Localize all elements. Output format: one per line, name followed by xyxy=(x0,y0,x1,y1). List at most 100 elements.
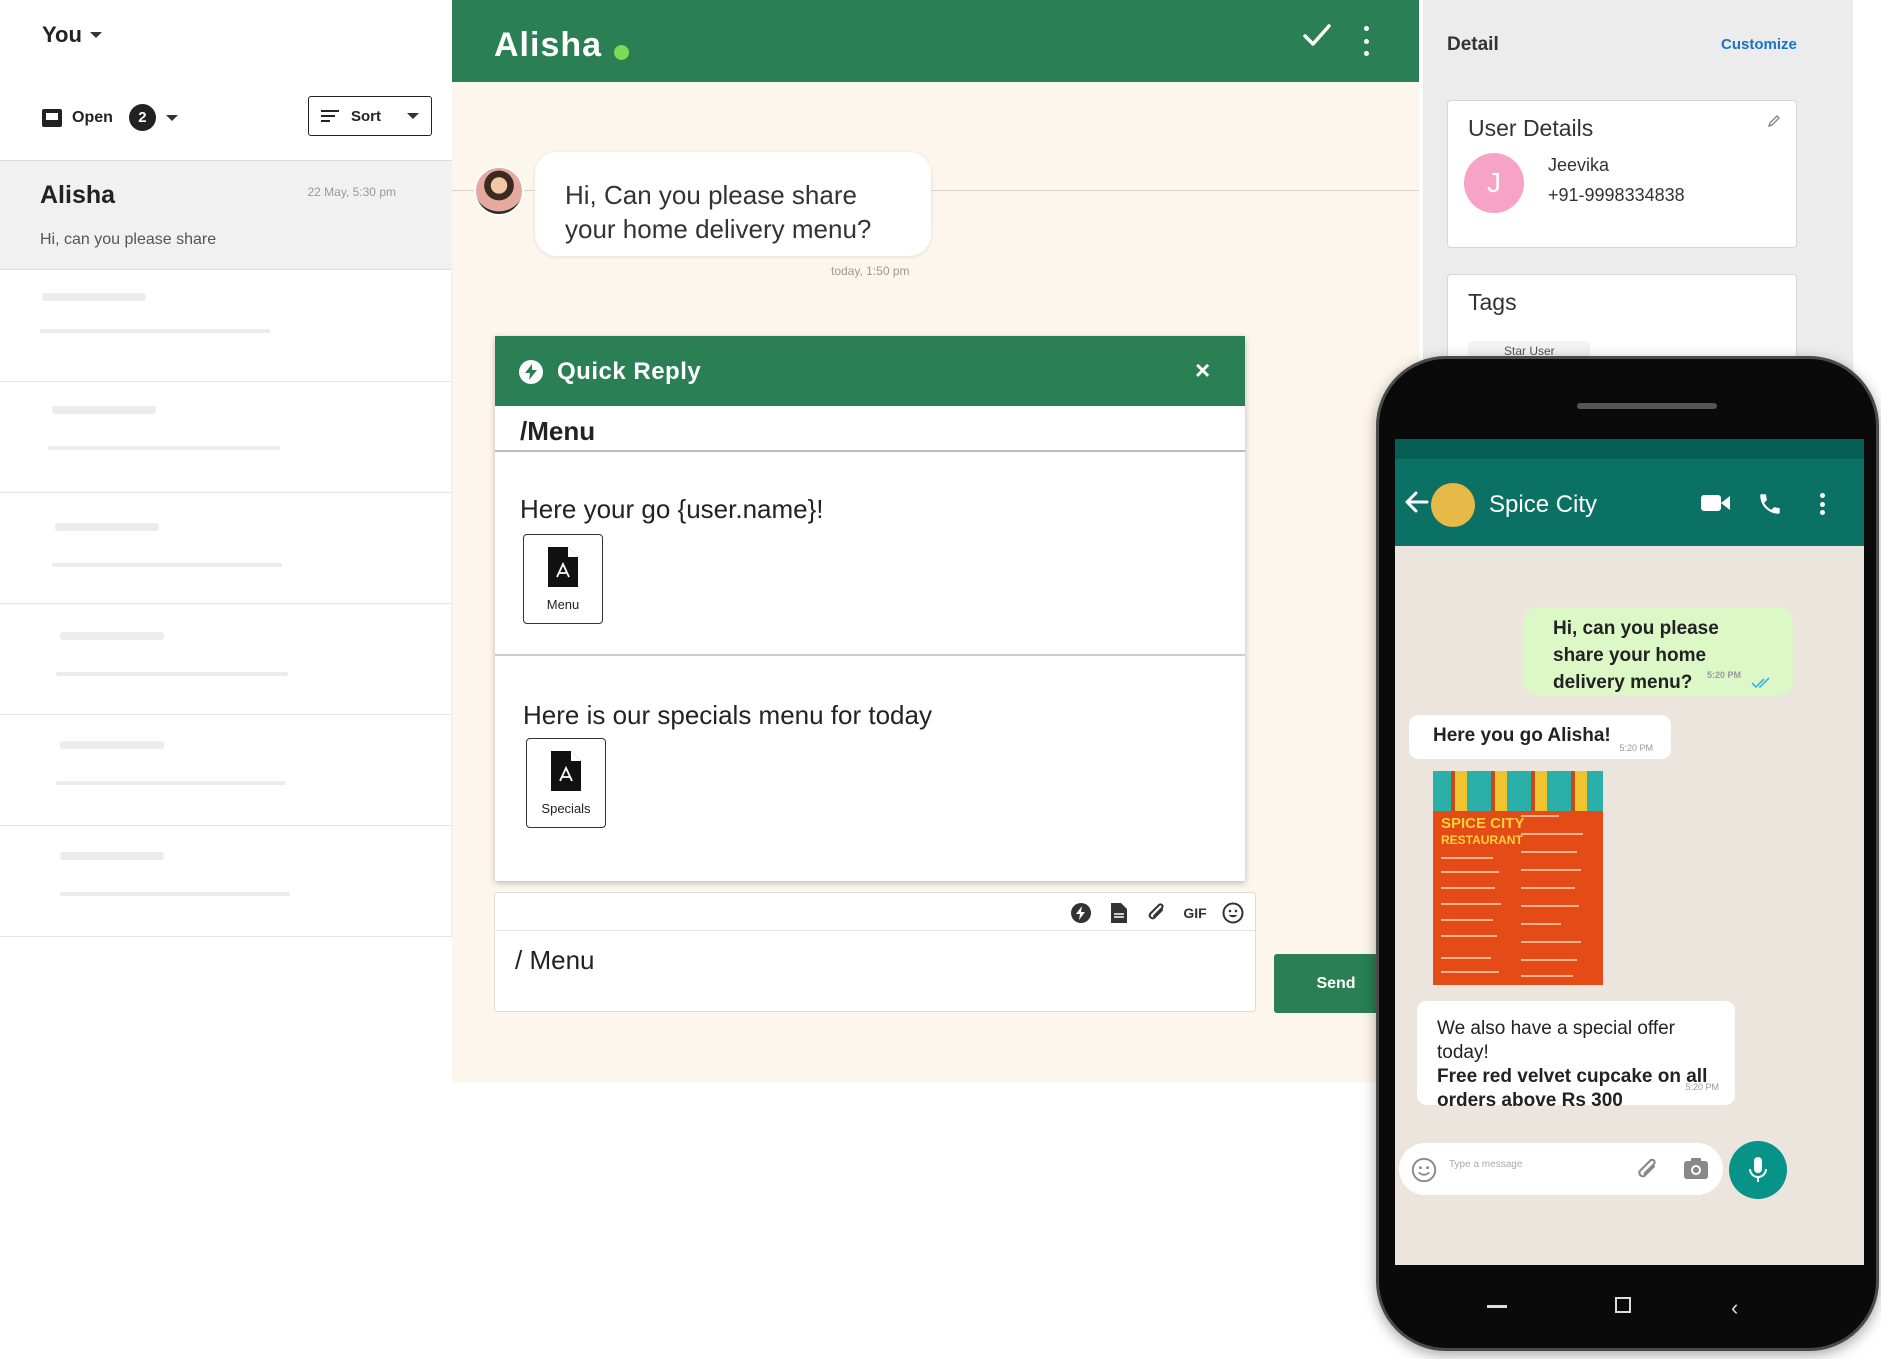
message-time: 5:20 PM xyxy=(1685,1082,1719,1092)
whatsapp-message-input[interactable]: Type a message xyxy=(1399,1143,1723,1195)
message-time: 5:20 PM xyxy=(1619,743,1653,753)
read-receipt-icon xyxy=(1751,677,1770,689)
contact-avatar xyxy=(474,166,524,216)
sort-button[interactable]: Sort xyxy=(308,96,432,136)
menu-image[interactable]: SPICE CITY RESTAURANT xyxy=(1433,771,1603,985)
conversation-placeholder xyxy=(0,826,452,937)
quick-reply-option-text: Here is our specials menu for today xyxy=(523,700,932,730)
menu-text-line xyxy=(1441,957,1491,959)
open-count-badge: 2 xyxy=(128,104,156,131)
document-icon[interactable] xyxy=(1107,901,1131,925)
emoji-icon[interactable] xyxy=(1221,901,1245,925)
offer-highlight: Free red velvet cupcake on all orders ab… xyxy=(1437,1066,1708,1111)
quick-reply-bolt-icon[interactable] xyxy=(1069,901,1093,925)
menu-text-line xyxy=(1521,887,1575,889)
detail-title: Detail xyxy=(1447,34,1499,55)
incoming-offer-bubble: We also have a special offer today! Free… xyxy=(1417,1001,1735,1111)
conversation-placeholder xyxy=(0,604,452,715)
resolve-check-icon[interactable] xyxy=(1302,20,1332,50)
menu-text-line xyxy=(1441,887,1495,889)
customize-link[interactable]: Customize xyxy=(1721,36,1797,53)
outgoing-message-text: Hi, can you please share your home deliv… xyxy=(1553,618,1719,693)
android-nav-bar: ‹ xyxy=(1395,1265,1864,1351)
file-attachment-menu[interactable]: Menu xyxy=(523,534,603,624)
menu-text-line xyxy=(1441,935,1497,937)
quick-reply-option-text: Here your go {user.name}! xyxy=(520,494,824,524)
file-attachment-specials[interactable]: Specials xyxy=(526,738,606,828)
divider xyxy=(495,654,1245,656)
microphone-button[interactable] xyxy=(1729,1141,1787,1199)
online-status-dot xyxy=(614,45,629,60)
menu-image-decoration xyxy=(1433,771,1603,811)
chevron-down-icon xyxy=(407,113,419,119)
menu-text-line xyxy=(1441,871,1499,873)
conversation-preview: Hi, can you please share xyxy=(40,231,217,248)
phone-call-icon[interactable] xyxy=(1757,491,1783,517)
detail-panel: Detail Customize User Details J Jeevika … xyxy=(1423,0,1853,394)
menu-text-line xyxy=(1521,923,1561,925)
nav-back-icon[interactable]: ‹ xyxy=(1731,1295,1738,1321)
chat-contact-name: Alisha xyxy=(494,26,603,64)
conversation-time: 22 May, 5:30 pm xyxy=(307,185,397,199)
phone-mockup: Spice City Hi, can you please share your… xyxy=(1376,356,1879,1351)
menu-image-title: SPICE CITY RESTAURANT xyxy=(1441,815,1524,849)
status-filter-label: Open xyxy=(72,108,113,126)
sort-label: Sort xyxy=(351,107,381,125)
status-bar xyxy=(1395,439,1864,459)
incoming-message-text: Here you go Alisha! xyxy=(1433,725,1611,746)
status-filter[interactable]: Open 2 xyxy=(42,104,178,131)
phone-speaker xyxy=(1577,403,1717,409)
pdf-file-icon xyxy=(548,547,578,587)
sort-icon xyxy=(321,110,339,122)
user-details-card: User Details J Jeevika +91-9998334838 xyxy=(1447,100,1797,248)
menu-text-line xyxy=(1521,869,1581,871)
offer-line: We also have a special offer today! xyxy=(1437,1018,1675,1063)
menu-text-line xyxy=(1441,857,1493,859)
menu-text-line xyxy=(1521,975,1573,977)
conversation-placeholder xyxy=(0,493,452,604)
owner-label: You xyxy=(42,22,82,47)
emoji-icon[interactable] xyxy=(1411,1157,1437,1183)
incoming-message-bubble: Here you go Alisha! 5:20 PM xyxy=(1409,715,1671,759)
file-name: Menu xyxy=(546,597,580,612)
back-arrow-icon[interactable] xyxy=(1403,489,1431,515)
menu-text-line xyxy=(1441,903,1501,905)
paperclip-icon[interactable] xyxy=(1635,1157,1661,1183)
menu-text-line xyxy=(1441,919,1493,921)
edit-pencil-icon[interactable] xyxy=(1766,113,1782,129)
file-name: Specials xyxy=(541,801,591,816)
chevron-down-icon xyxy=(89,32,102,38)
chat-header: Alisha xyxy=(452,0,1419,82)
pdf-file-icon xyxy=(551,751,581,791)
inbox-icon xyxy=(42,108,62,127)
contact-avatar xyxy=(1431,483,1475,527)
bolt-icon xyxy=(519,360,543,384)
menu-text-line xyxy=(1521,851,1577,853)
close-icon[interactable]: × xyxy=(1195,357,1210,383)
camera-icon[interactable] xyxy=(1683,1157,1709,1181)
nav-home-icon[interactable] xyxy=(1615,1297,1631,1313)
message-time: 5:20 PM xyxy=(1706,670,1741,680)
owner-dropdown[interactable]: You xyxy=(42,22,102,48)
paperclip-icon[interactable] xyxy=(1145,901,1169,925)
more-options-icon[interactable] xyxy=(1362,26,1370,56)
user-phone: +91-9998334838 xyxy=(1548,185,1685,205)
more-options-icon[interactable] xyxy=(1819,493,1825,515)
message-composer[interactable]: GIF / Menu xyxy=(494,892,1256,1012)
menu-title-line: RESTAURANT xyxy=(1441,833,1523,847)
message-timestamp: today, 1:50 pm xyxy=(831,264,910,278)
gif-button[interactable]: GIF xyxy=(1183,901,1207,925)
conversation-item-active[interactable]: Alisha 22 May, 5:30 pm Hi, can you pleas… xyxy=(0,160,452,270)
conversation-name: Alisha xyxy=(40,181,116,209)
conversation-placeholder xyxy=(0,715,452,826)
microphone-icon xyxy=(1749,1157,1767,1182)
composer-input[interactable]: / Menu xyxy=(515,945,595,976)
quick-reply-panel: Quick Reply × /Menu Here your go {user.n… xyxy=(495,336,1245,881)
nav-recents-icon[interactable] xyxy=(1487,1305,1507,1308)
incoming-message-bubble: Hi, Can you please share your home deliv… xyxy=(535,152,931,256)
user-details-title: User Details xyxy=(1468,115,1594,141)
menu-text-line xyxy=(1521,905,1579,907)
user-avatar: J xyxy=(1464,153,1524,213)
quick-reply-command: /Menu xyxy=(520,416,596,446)
video-call-icon[interactable] xyxy=(1701,493,1731,513)
